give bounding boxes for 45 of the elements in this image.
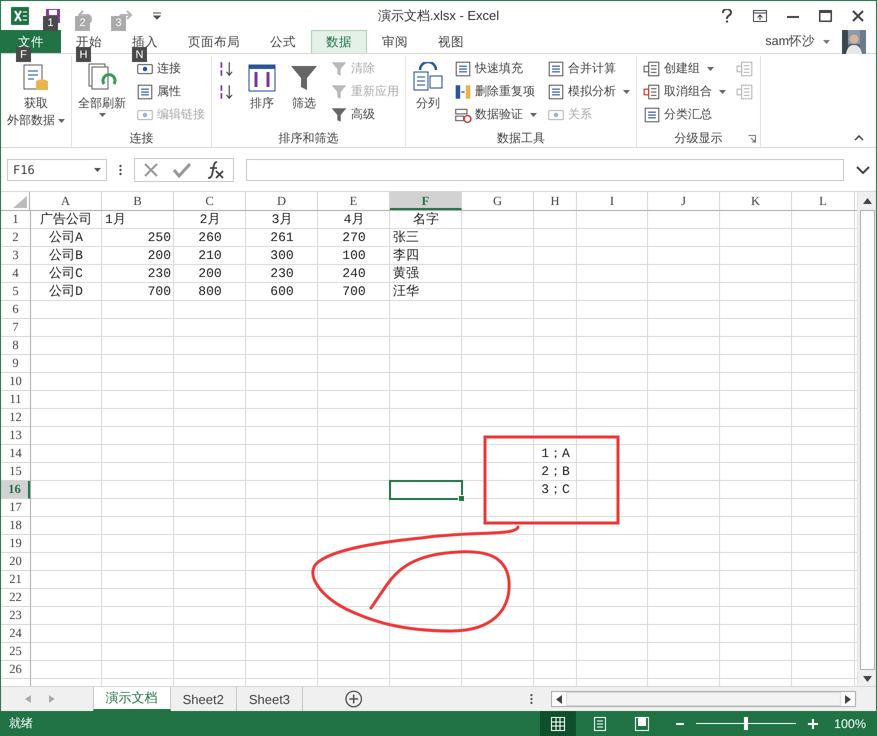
cell-text: 黄强	[393, 265, 419, 282]
cell-text: 230	[270, 265, 294, 282]
group-label: 排序和筛选	[278, 130, 338, 147]
keytip-tooltip: F	[16, 47, 31, 62]
cell-text: 名字	[413, 211, 439, 228]
cell-text: 公司D	[49, 283, 83, 300]
cell-text: 300	[270, 247, 294, 264]
cell-text: 4月	[344, 211, 364, 228]
keytip-tooltip: 3	[111, 16, 126, 30]
cell-text: 100	[342, 247, 366, 264]
keytip-tooltip: 1	[43, 16, 58, 30]
cell-text: 3月	[272, 211, 292, 228]
status-text: 就绪	[9, 715, 33, 732]
cell-text: 张三	[393, 229, 419, 246]
cell-text: 李四	[393, 247, 419, 264]
cell-text: 1月	[105, 211, 126, 228]
cell-text: 600	[270, 283, 294, 300]
cell-text: 230	[148, 265, 171, 282]
cell-text: 汪华	[393, 283, 419, 300]
keytip-tooltip: N	[132, 47, 147, 62]
cell-text: 210	[198, 247, 222, 264]
group-label: 数据工具	[497, 130, 545, 147]
cell-text: 260	[198, 229, 222, 246]
cell-text: 公司C	[49, 265, 83, 282]
cell-text: 250	[148, 229, 171, 246]
cell-text: 公司B	[49, 247, 83, 264]
window-title: 演示文档.xlsx - Excel	[378, 6, 500, 24]
cell-text: 200	[148, 247, 171, 264]
cell-text: 270	[342, 229, 366, 246]
cell-text: 广告公司	[40, 211, 92, 228]
cell-text: 200	[198, 265, 222, 282]
cell-text: 公司A	[49, 229, 83, 246]
cell-text: 700	[148, 283, 171, 300]
cell-text: 700	[342, 283, 366, 300]
group-label: 分级显示	[674, 130, 722, 147]
cell-text: 2月	[200, 211, 220, 228]
cell-text: 3；C	[541, 481, 570, 498]
keytip-tooltip: H	[76, 47, 91, 62]
cell-text: 240	[342, 265, 366, 282]
cell-text: 2；B	[541, 463, 570, 480]
cell-text: 1；A	[541, 445, 570, 462]
cell-text: 261	[270, 229, 294, 246]
cell-text: 800	[198, 283, 222, 300]
group-label: 连接	[130, 130, 154, 147]
keytip-tooltip: 2	[75, 16, 90, 30]
